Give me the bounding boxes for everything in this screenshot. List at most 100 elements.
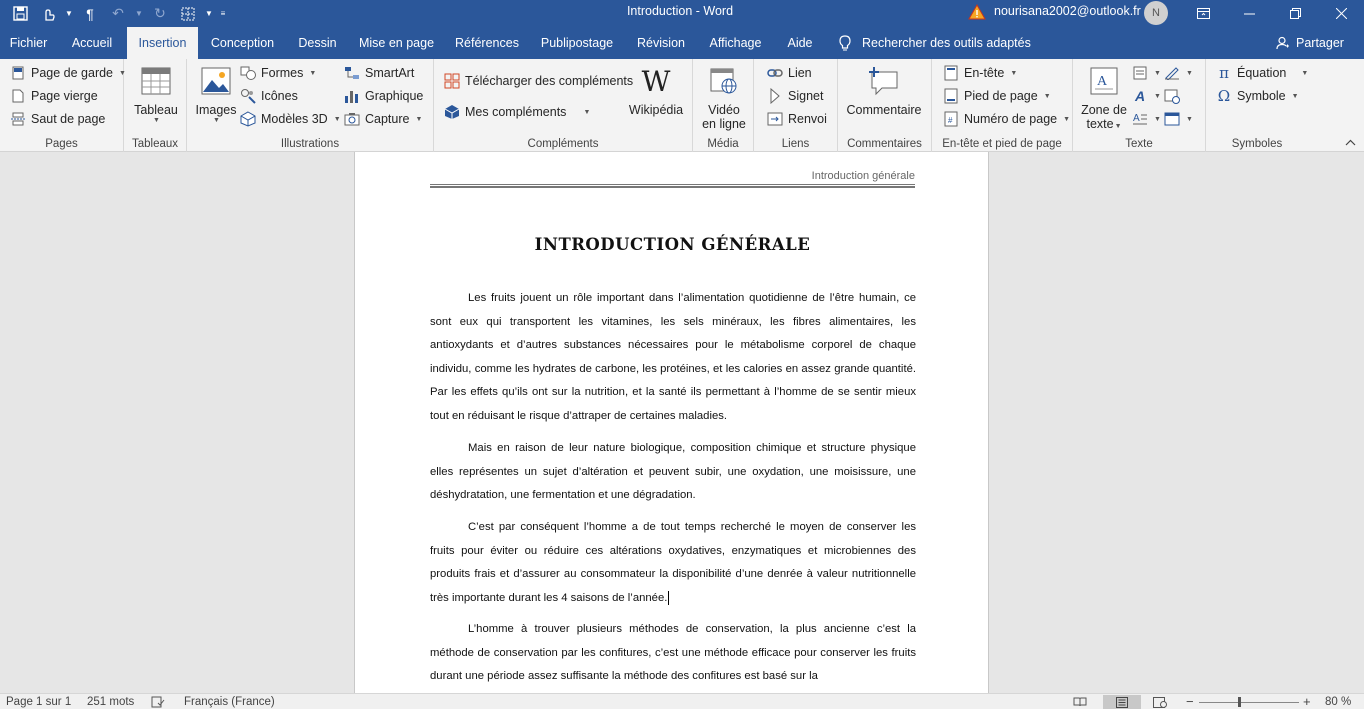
redo-icon[interactable]: ↻: [148, 3, 172, 25]
drop-cap-button[interactable]: A ▼: [1132, 109, 1161, 129]
group-tableaux: Tableau ▼ Tableaux: [124, 59, 187, 152]
restore-icon[interactable]: [1272, 0, 1318, 27]
ribbon-display-options-icon[interactable]: [1180, 0, 1226, 27]
3d-models-button[interactable]: Modèles 3D ▼: [240, 109, 341, 129]
images-button[interactable]: Images ▼: [195, 63, 237, 124]
3d-models-label: Modèles 3D: [261, 112, 328, 126]
symbol-button[interactable]: Ω Symbole ▼: [1216, 86, 1299, 106]
tab-affichage[interactable]: Affichage: [697, 27, 774, 59]
tab-conception[interactable]: Conception: [198, 27, 287, 59]
table-button[interactable]: Tableau ▼: [132, 63, 180, 124]
paragraph[interactable]: Les fruits jouent un rôle important dans…: [430, 287, 916, 429]
equation-label: Équation: [1237, 66, 1287, 80]
language-status[interactable]: Français (France): [184, 696, 275, 708]
get-addins-button[interactable]: Télécharger des compléments: [444, 71, 633, 91]
zoom-in-icon[interactable]: +: [1303, 694, 1311, 709]
touch-mode-icon[interactable]: [36, 3, 60, 25]
tab-accueil[interactable]: Accueil: [57, 27, 127, 59]
account-email[interactable]: nourisana2002@outlook.fr: [994, 4, 1141, 18]
cover-page-icon: [10, 65, 26, 81]
collapse-ribbon-icon[interactable]: [1345, 138, 1356, 149]
blank-page-button[interactable]: Page vierge: [10, 86, 98, 106]
tab-mise-en-page[interactable]: Mise en page: [348, 27, 445, 59]
document-page[interactable]: Introduction générale INTRODUCTION GÉNÉR…: [354, 152, 989, 693]
tell-me-search[interactable]: Rechercher des outils adaptés: [838, 27, 1031, 59]
tab-references[interactable]: Références: [445, 27, 529, 59]
my-addins-button[interactable]: Mes compléments ▼: [444, 102, 590, 122]
undo-icon[interactable]: ↶: [106, 3, 130, 25]
wikipedia-button[interactable]: W Wikipédia: [626, 63, 686, 118]
tab-dessin[interactable]: Dessin: [287, 27, 348, 59]
cross-reference-label: Renvoi: [788, 112, 827, 126]
chevron-down-icon: ▼: [1291, 92, 1299, 100]
icons-button[interactable]: Icônes: [240, 86, 298, 106]
customize-qat-icon[interactable]: ≡: [218, 3, 228, 25]
avatar[interactable]: N: [1144, 1, 1168, 25]
bookmark-button[interactable]: Signet: [767, 86, 823, 106]
page-number-button[interactable]: # Numéro de page ▼: [943, 109, 1070, 129]
page-break-button[interactable]: Saut de page: [10, 109, 105, 129]
tab-aide[interactable]: Aide: [774, 27, 826, 59]
online-video-button[interactable]: Vidéo en ligne: [699, 63, 749, 131]
document-area[interactable]: Introduction générale INTRODUCTION GÉNÉR…: [0, 152, 1364, 693]
zoom-slider[interactable]: [1199, 697, 1299, 707]
tab-insertion[interactable]: Insertion: [127, 27, 198, 59]
cover-page-button[interactable]: Page de garde ▼: [10, 63, 126, 83]
undo-dropdown-icon[interactable]: ▼: [134, 3, 144, 25]
table-label: Tableau: [134, 103, 178, 117]
read-mode-icon[interactable]: [1071, 695, 1089, 709]
group-label-commentaires: Commentaires: [847, 138, 922, 150]
signature-icon: [1164, 65, 1180, 81]
shapes-button[interactable]: Formes ▼: [240, 63, 316, 83]
header-button[interactable]: En-tête ▼: [943, 63, 1017, 83]
get-addins-label: Télécharger des compléments: [465, 74, 634, 88]
close-icon[interactable]: [1318, 0, 1364, 27]
dropdown-arrow-icon[interactable]: ▼: [64, 3, 74, 25]
screenshot-button[interactable]: Capture ▼: [344, 109, 422, 129]
link-button[interactable]: Lien: [767, 63, 812, 83]
paragraph[interactable]: C’est par conséquent l’homme a de tout t…: [430, 516, 916, 610]
page-number-icon: #: [943, 111, 959, 127]
share-button[interactable]: Partager: [1276, 27, 1344, 59]
quick-parts-button[interactable]: ▼: [1132, 63, 1161, 83]
save-icon[interactable]: [8, 3, 32, 25]
paragraph[interactable]: Mais en raison de leur nature biologique…: [430, 437, 916, 508]
smartart-button[interactable]: SmartArt: [344, 63, 414, 83]
tab-publipostage[interactable]: Publipostage: [529, 27, 625, 59]
footer-button[interactable]: Pied de page ▼: [943, 86, 1051, 106]
footer-label: Pied de page: [964, 89, 1038, 103]
page-header-text[interactable]: Introduction générale: [812, 170, 915, 182]
tab-fichier[interactable]: Fichier: [0, 27, 57, 59]
minimize-icon[interactable]: [1226, 0, 1272, 27]
icons-label: Icônes: [261, 89, 298, 103]
text-box-button[interactable]: A Zone de texte▼: [1079, 63, 1129, 131]
grid-dropdown-icon[interactable]: ▼: [204, 3, 214, 25]
proofing-icon[interactable]: [151, 696, 165, 709]
zoom-level[interactable]: 80 %: [1325, 696, 1351, 708]
document-heading[interactable]: INTRODUCTION GÉNÉRALE: [430, 235, 915, 254]
bookmark-icon: [767, 88, 783, 104]
word-count[interactable]: 251 mots: [87, 696, 134, 708]
cross-reference-button[interactable]: Renvoi: [767, 109, 827, 129]
icons-icon: [240, 88, 256, 104]
equation-button[interactable]: π Équation ▼: [1216, 63, 1308, 83]
zoom-out-icon[interactable]: −: [1186, 694, 1194, 709]
group-commentaires: Commentaire Commentaires: [838, 59, 932, 152]
paragraph-mark-icon[interactable]: ¶: [78, 3, 102, 25]
print-layout-icon[interactable]: [1103, 695, 1141, 709]
page-count[interactable]: Page 1 sur 1: [6, 696, 71, 708]
tab-revision[interactable]: Révision: [625, 27, 697, 59]
signature-line-button[interactable]: ▼: [1164, 63, 1193, 83]
zoom-slider-thumb[interactable]: [1238, 697, 1241, 707]
comment-button[interactable]: Commentaire: [844, 63, 924, 117]
wordart-button[interactable]: A ▼: [1132, 86, 1161, 106]
date-time-button[interactable]: [1164, 86, 1180, 106]
chart-button[interactable]: Graphique: [344, 86, 423, 106]
object-button[interactable]: ▼: [1164, 109, 1193, 129]
warning-icon[interactable]: [968, 3, 986, 21]
table-grid-icon[interactable]: [176, 3, 200, 25]
web-layout-icon[interactable]: [1151, 695, 1169, 709]
group-label-media: Média: [707, 138, 739, 150]
shapes-icon: [240, 65, 256, 81]
paragraph[interactable]: L’homme à trouver plusieurs méthodes de …: [430, 618, 916, 689]
